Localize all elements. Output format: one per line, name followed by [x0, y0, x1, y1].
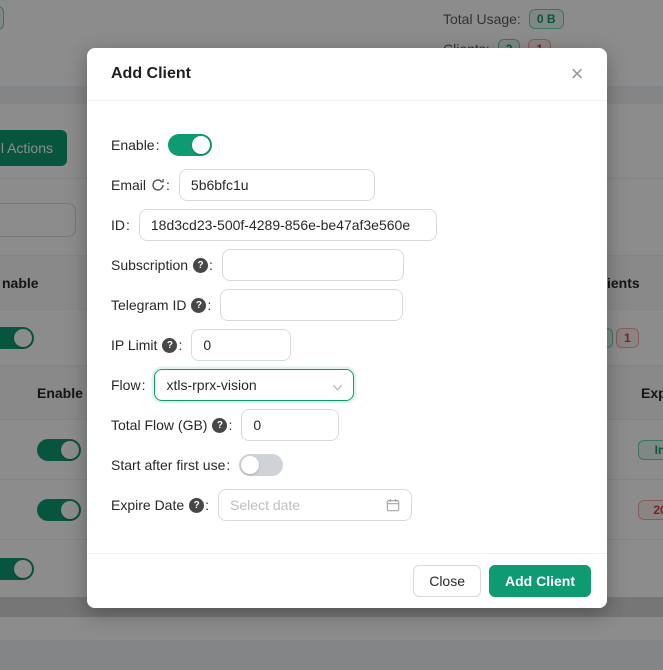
start-after-first-use-toggle[interactable]: [239, 454, 283, 476]
ip-limit-field-row: IP Limit ? :: [111, 329, 583, 361]
close-icon[interactable]: ×: [561, 58, 593, 90]
total-flow-field-row: Total Flow (GB) ? :: [111, 409, 583, 441]
colon: :: [166, 177, 170, 193]
chevron-down-icon: [332, 380, 343, 396]
help-icon[interactable]: ?: [162, 338, 177, 353]
expire-date-label: Expire Date: [111, 497, 184, 513]
id-input[interactable]: [139, 209, 437, 241]
close-button[interactable]: Close: [413, 565, 481, 597]
colon: :: [228, 417, 232, 433]
colon: :: [156, 137, 160, 153]
modal-header: Add Client ×: [87, 48, 607, 101]
help-icon[interactable]: ?: [212, 418, 227, 433]
colon: :: [126, 217, 130, 233]
telegram-label: Telegram ID: [111, 297, 186, 313]
id-label: ID: [111, 217, 125, 233]
add-client-button[interactable]: Add Client: [489, 565, 591, 597]
start-after-first-use-row: Start after first use :: [111, 449, 583, 481]
telegram-field-row: Telegram ID ? :: [111, 289, 583, 321]
total-flow-input[interactable]: [241, 409, 339, 441]
start-after-first-use-label: Start after first use: [111, 457, 225, 473]
toggle-knob: [241, 456, 259, 474]
flow-label: Flow: [111, 377, 141, 393]
help-icon[interactable]: ?: [193, 258, 208, 273]
email-input[interactable]: [179, 169, 375, 201]
colon: :: [207, 297, 211, 313]
refresh-icon[interactable]: [151, 178, 165, 192]
subscription-label: Subscription: [111, 257, 188, 273]
enable-label: Enable: [111, 137, 155, 153]
subscription-field-row: Subscription ? :: [111, 249, 583, 281]
colon: :: [142, 377, 146, 393]
id-field-row: ID :: [111, 209, 583, 241]
ip-limit-label: IP Limit: [111, 337, 157, 353]
flow-field-row: Flow : xtls-rprx-vision: [111, 369, 583, 401]
calendar-icon: [386, 498, 400, 512]
flow-select[interactable]: xtls-rprx-vision: [154, 369, 354, 401]
add-client-modal: Add Client × Enable : Email :: [87, 48, 607, 608]
screen: Total Usage: 0 B Clients: 2 1 l Actions …: [0, 0, 663, 670]
subscription-input[interactable]: [222, 249, 404, 281]
colon: :: [226, 457, 230, 473]
expire-date-field-row: Expire Date ? : Select date: [111, 489, 583, 521]
toggle-knob: [192, 136, 210, 154]
expire-date-picker[interactable]: Select date: [218, 489, 412, 521]
enable-toggle[interactable]: [168, 134, 212, 156]
colon: :: [209, 257, 213, 273]
modal-body: Enable : Email : ID :: [87, 101, 607, 521]
colon: :: [178, 337, 182, 353]
total-flow-label: Total Flow (GB): [111, 417, 207, 433]
email-field-row: Email :: [111, 169, 583, 201]
telegram-input[interactable]: [220, 289, 403, 321]
modal-footer: Close Add Client: [87, 553, 607, 608]
modal-title: Add Client: [111, 65, 191, 82]
help-icon[interactable]: ?: [191, 298, 206, 313]
email-label: Email: [111, 177, 146, 193]
expire-date-placeholder: Select date: [230, 497, 386, 513]
enable-field-row: Enable :: [111, 129, 583, 161]
help-icon[interactable]: ?: [189, 498, 204, 513]
colon: :: [205, 497, 209, 513]
ip-limit-input[interactable]: [191, 329, 291, 361]
flow-select-value: xtls-rprx-vision: [166, 377, 256, 393]
